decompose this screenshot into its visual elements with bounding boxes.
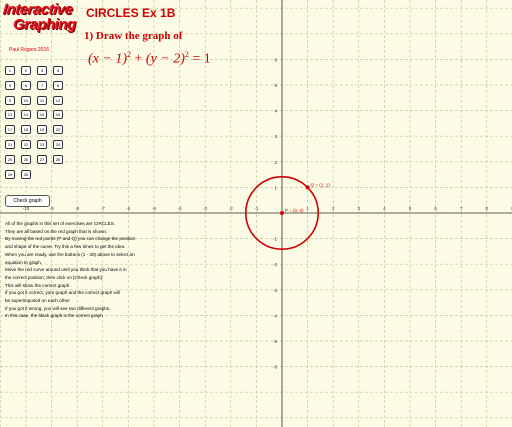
- y-tick-label: -4: [273, 313, 277, 318]
- equation-right: (y − 2): [145, 51, 185, 67]
- graph-canvas[interactable]: -10-9-8-7-6-5-4-3-2-1123456789654321-1-2…: [0, 0, 512, 427]
- x-tick-label: -6: [126, 206, 130, 211]
- x-tick-label: 2: [332, 206, 335, 211]
- y-tick-label: -5: [273, 339, 277, 344]
- exercise-button-4[interactable]: 4: [53, 66, 63, 75]
- exercise-button-6[interactable]: 6: [21, 80, 31, 90]
- x-tick-label: 5: [409, 206, 412, 211]
- x-tick-label: -1: [254, 206, 258, 211]
- instruction-line: When you are ready, use the buttons (1 -…: [5, 251, 135, 257]
- exercise-button-30[interactable]: 30: [21, 169, 31, 179]
- check-graph-button[interactable]: Check graph: [5, 195, 50, 207]
- instruction-line: They are all based on the red graph that…: [5, 228, 108, 234]
- exercise-button-20[interactable]: 20: [53, 125, 63, 135]
- x-tick-label: 8: [486, 206, 489, 211]
- y-tick-label: 4: [274, 109, 277, 114]
- exercise-button-5[interactable]: 5: [5, 80, 15, 90]
- exercise-button-15[interactable]: 15: [37, 110, 47, 120]
- exercise-button-17[interactable]: 17: [5, 125, 15, 135]
- y-tick-label: -2: [273, 262, 277, 267]
- exercise-button-22[interactable]: 22: [21, 140, 31, 149]
- point-q-label: Q = (1, 1): [311, 182, 331, 187]
- logo-line-2: Graphing: [13, 16, 76, 33]
- y-tick-label: -1: [273, 237, 277, 242]
- point-p: [280, 211, 284, 215]
- equation-left: (x − 1): [88, 51, 127, 67]
- question-label: 1) Draw the graph of: [84, 30, 183, 42]
- exercise-button-26[interactable]: 26: [21, 154, 31, 164]
- exercise-button-19[interactable]: 19: [37, 125, 47, 135]
- x-tick-label: 3: [358, 206, 361, 211]
- y-tick-label: 3: [274, 134, 277, 139]
- x-tick-label: -2: [229, 206, 233, 211]
- x-tick-label: -8: [75, 206, 79, 211]
- exercise-button-16[interactable]: 16: [53, 110, 63, 120]
- exercise-button-3[interactable]: 3: [37, 66, 47, 75]
- exercise-button-23[interactable]: 23: [37, 140, 47, 149]
- instructions-text: All of the graphs in this set of exercis…: [5, 220, 195, 320]
- exercise-button-7[interactable]: 7: [37, 80, 47, 90]
- exercise-button-12[interactable]: 12: [53, 95, 63, 105]
- y-tick-label: -6: [273, 365, 277, 370]
- instruction-line: In this case, the black graph is the cor…: [5, 313, 103, 319]
- x-tick-label: 7: [460, 206, 463, 211]
- exercise-button-9[interactable]: 9: [5, 95, 15, 105]
- exercise-button-2[interactable]: 2: [21, 66, 31, 75]
- exercise-button-27[interactable]: 27: [37, 154, 47, 164]
- x-tick-label: -7: [101, 206, 105, 211]
- instruction-line: the correct position; then click on [Che…: [5, 274, 104, 280]
- question-equation: (x − 1)2 + (y − 2)2 = 1: [88, 50, 211, 68]
- exercise-button-14[interactable]: 14: [21, 110, 31, 120]
- y-tick-label: -3: [273, 288, 277, 293]
- exercise-button-18[interactable]: 18: [21, 125, 31, 135]
- x-tick-label: -9: [50, 206, 54, 211]
- point-p-label: P = (0, 0): [285, 208, 304, 213]
- instruction-line: This will show the correct graph.: [5, 282, 71, 288]
- instruction-line: By moving the red points (P and Q) you c…: [5, 236, 136, 242]
- exercise-button-29[interactable]: 29: [5, 169, 15, 179]
- equation-plus: +: [131, 51, 146, 67]
- y-tick-label: 5: [274, 83, 277, 88]
- exercise-button-10[interactable]: 10: [21, 95, 31, 105]
- y-tick-label: 6: [274, 57, 277, 62]
- x-tick-label: -3: [203, 206, 207, 211]
- x-tick-label: 6: [434, 206, 437, 211]
- exercise-button-1[interactable]: 1: [5, 66, 15, 75]
- instruction-line: and shape of the curve. Try this a few t…: [5, 244, 126, 250]
- instruction-line: All of the graphs in this set of exercis…: [5, 221, 116, 226]
- interactive-graphing-logo: Interactive Graphing: [2, 1, 76, 42]
- author-credit: Paul Rogers 2016: [9, 47, 50, 53]
- y-tick-label: 1: [274, 185, 277, 190]
- applet-window: -10-9-8-7-6-5-4-3-2-1123456789654321-1-2…: [0, 0, 512, 427]
- point-q: [305, 185, 310, 190]
- exercise-button-8[interactable]: 8: [53, 80, 63, 90]
- exercise-button-11[interactable]: 11: [37, 95, 47, 105]
- x-tick-label: -5: [152, 206, 156, 211]
- logo-line-1: Interactive: [2, 1, 74, 18]
- exercise-button-13[interactable]: 13: [5, 110, 15, 120]
- exercise-button-28[interactable]: 28: [53, 154, 63, 164]
- x-tick-label: -4: [178, 206, 182, 211]
- exercise-button-21[interactable]: 21: [5, 140, 15, 149]
- equation-equals: = 1: [188, 51, 211, 67]
- y-tick-label: 2: [274, 160, 277, 165]
- page-title: CIRCLES Ex 1B: [86, 6, 176, 20]
- instruction-line: If you got it correct, your graph and th…: [5, 290, 120, 296]
- x-tick-label: 4: [383, 206, 386, 211]
- instruction-line: be superimposed on each other.: [5, 298, 71, 304]
- x-tick-label: 1: [306, 206, 309, 211]
- instruction-line: equation to graph.: [5, 259, 43, 265]
- exercise-button-24[interactable]: 24: [53, 140, 63, 149]
- instruction-line: If you got it wrong, you will see two di…: [5, 305, 111, 311]
- exercise-button-25[interactable]: 25: [5, 154, 15, 164]
- instruction-line: Move the red curve around until you thin…: [5, 267, 127, 273]
